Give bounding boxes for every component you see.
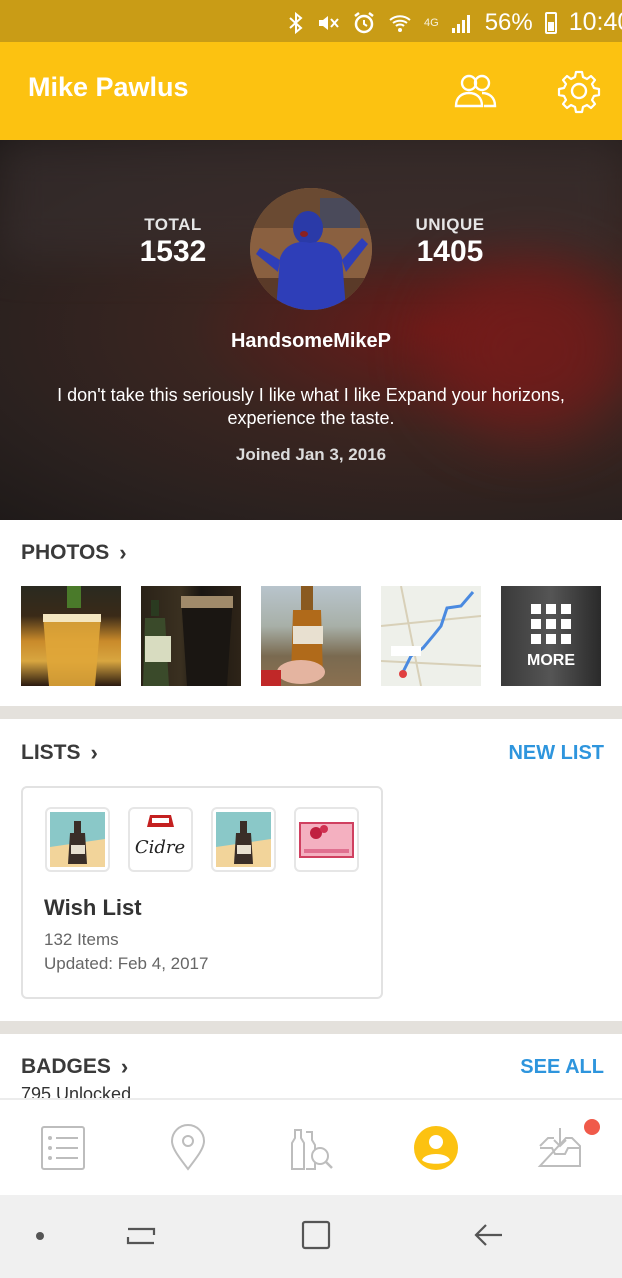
list-thumb (294, 807, 359, 872)
total-label: TOTAL (144, 215, 202, 234)
bottom-nav (0, 1098, 622, 1195)
bio: I don't take this seriously I like what … (57, 385, 565, 428)
cidre-text: Cidre (135, 837, 185, 858)
network-type: 4G (424, 16, 439, 29)
list-thumbnails: Cidre (45, 807, 359, 872)
clock: 10:40 (568, 8, 622, 36)
total-value: 1532 (139, 235, 207, 268)
list-item-count: 132 Items (44, 930, 119, 949)
section-divider (0, 1021, 622, 1034)
photo-bottle-and-glass[interactable] (141, 586, 241, 686)
lists-title: LISTS (21, 741, 81, 764)
photos-title: PHOTOS (21, 541, 110, 564)
bluetooth-icon (289, 11, 303, 34)
raspberry-label-icon (299, 822, 354, 858)
signal-icon (451, 14, 470, 33)
lists-header[interactable]: LISTS › (21, 740, 98, 766)
app-bar: Mike Pawlus (0, 42, 622, 140)
unique-label: UNIQUE (415, 215, 485, 234)
beer-bottle-placeholder-icon (216, 812, 271, 867)
app-title: Mike Pawlus (28, 72, 189, 102)
list-name: Wish List (44, 895, 142, 920)
photos-header[interactable]: PHOTOS › (21, 540, 127, 566)
recents-button[interactable] (122, 1215, 162, 1255)
more-label: MORE (527, 652, 575, 669)
settings-button[interactable] (556, 68, 602, 114)
list-card-wish-list[interactable]: Cidre Wish List 132 Items Updated: Feb 4… (21, 786, 383, 999)
photo-beer-glass[interactable] (21, 586, 121, 686)
nav-profile[interactable] (412, 1124, 460, 1172)
profile-icon (414, 1126, 458, 1170)
beer-search-icon (291, 1129, 333, 1170)
avatar[interactable] (250, 188, 372, 310)
nav-feed[interactable] (39, 1124, 87, 1172)
back-button[interactable] (468, 1215, 508, 1255)
system-nav-bar (0, 1195, 622, 1278)
chevron-right-icon: › (90, 740, 98, 765)
battery-icon (544, 11, 557, 34)
notification-dot (584, 1119, 600, 1135)
badges-title: BADGES (21, 1055, 111, 1078)
photo-map[interactable] (381, 586, 481, 686)
unique-stat: UNIQUE 1405 (414, 215, 486, 267)
home-button[interactable] (296, 1215, 336, 1255)
avatar-photo (250, 188, 372, 310)
badges-header[interactable]: BADGES › (21, 1054, 128, 1080)
photo-bottle-outdoors[interactable] (261, 586, 361, 686)
chevron-right-icon: › (120, 1054, 129, 1079)
nav-venues[interactable] (164, 1124, 212, 1172)
back-arrow-icon (474, 1224, 502, 1246)
unique-value: 1405 (416, 235, 484, 268)
photo-more[interactable]: MORE (501, 586, 601, 686)
friends-icon (454, 74, 497, 108)
friends-button[interactable] (452, 68, 498, 114)
list-thumb (45, 807, 110, 872)
location-pin-icon (170, 1124, 206, 1171)
battery-percent: 56% (484, 8, 533, 36)
feed-list-icon (41, 1126, 85, 1170)
inbox-icon (537, 1128, 581, 1167)
nav-inbox[interactable] (536, 1124, 584, 1172)
list-updated: Updated: Feb 4, 2017 (44, 954, 209, 973)
list-thumb (211, 807, 276, 872)
home-square-icon (301, 1220, 331, 1250)
grid-icon (531, 604, 571, 644)
photo-strip: MORE (21, 586, 601, 686)
status-icons: 4G 56% 10:40 (288, 8, 622, 37)
mute-icon (319, 15, 339, 30)
status-bar: 4G 56% 10:40 (0, 0, 622, 42)
settings-gear-icon (557, 70, 601, 114)
system-dot-button[interactable] (20, 1215, 60, 1255)
beer-bottle-placeholder-icon (50, 812, 105, 867)
joined-date: Joined Jan 3, 2016 (235, 445, 387, 464)
recents-icon (126, 1227, 156, 1245)
wifi-icon (389, 14, 411, 32)
chevron-right-icon: › (119, 540, 127, 565)
alarm-icon (354, 11, 374, 33)
section-divider (0, 706, 622, 719)
dot-icon (36, 1232, 44, 1240)
profile-header: TOTAL 1532 UNIQUE 1405 HandsomeMikeP I d… (0, 140, 622, 520)
nav-search-beer[interactable] (287, 1124, 335, 1172)
stella-cidre-logo: Cidre (135, 815, 185, 858)
see-all-badges-button[interactable]: SEE ALL (520, 1056, 604, 1079)
new-list-button[interactable]: NEW LIST (508, 742, 604, 765)
list-thumb: Cidre (128, 807, 193, 872)
total-stat: TOTAL 1532 (137, 215, 209, 267)
username: HandsomeMikeP (230, 330, 392, 352)
